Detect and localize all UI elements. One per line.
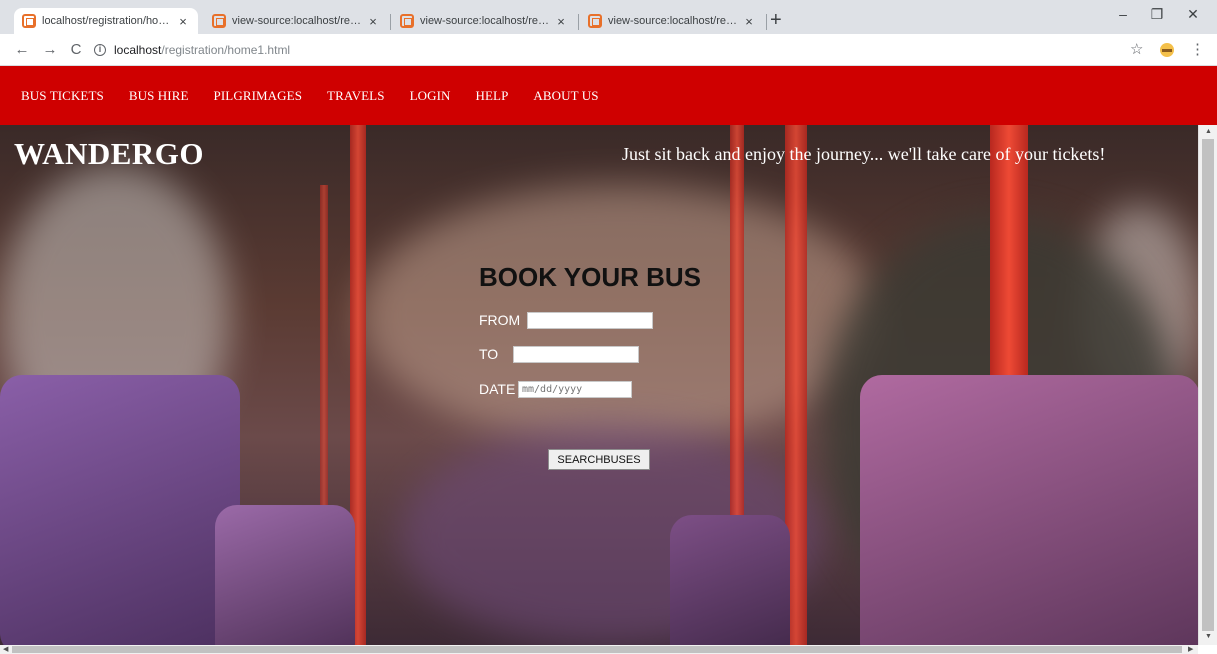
scroll-right-arrow-icon[interactable]: ▶ bbox=[1188, 645, 1193, 653]
date-input[interactable] bbox=[518, 381, 632, 398]
browser-tab[interactable]: view-source:localhost/registratio × bbox=[392, 8, 576, 34]
window-close-button[interactable]: ✕ bbox=[1178, 6, 1208, 23]
tab-divider bbox=[766, 14, 767, 30]
forward-arrow-icon[interactable]: → bbox=[40, 40, 60, 60]
reload-icon[interactable]: C bbox=[66, 40, 86, 60]
browser-toolbar: ← → C i localhost/registration/home1.htm… bbox=[0, 34, 1217, 66]
tab-close-icon[interactable]: × bbox=[176, 14, 190, 29]
horizontal-scrollbar[interactable]: ◀ ▶ bbox=[0, 645, 1198, 654]
browser-tab[interactable]: view-source:localhost/registratio × bbox=[204, 8, 388, 34]
nav-bus-tickets[interactable]: BUS TICKETS bbox=[21, 88, 104, 104]
site-tagline: Just sit back and enjoy the journey... w… bbox=[622, 144, 1106, 164]
restore-button[interactable]: ❐ bbox=[1142, 6, 1172, 23]
from-label: FROM bbox=[479, 312, 521, 328]
bookmark-star-icon[interactable]: ☆ bbox=[1130, 40, 1143, 58]
page-favicon-icon bbox=[588, 14, 602, 28]
back-arrow-icon[interactable]: ← bbox=[12, 40, 32, 60]
nav-pilgrimages[interactable]: PILGRIMAGES bbox=[214, 88, 303, 104]
booking-title: BOOK YOUR BUS bbox=[479, 262, 701, 292]
to-label: TO bbox=[479, 346, 499, 362]
browser-tabstrip: localhost/registration/home1.htm × view-… bbox=[0, 0, 1217, 34]
vertical-scroll-thumb[interactable] bbox=[1202, 139, 1214, 631]
bus-seat bbox=[670, 515, 790, 645]
search-buses-button[interactable]: SEARCHBUSES bbox=[548, 449, 650, 470]
browser-tab-active[interactable]: localhost/registration/home1.htm × bbox=[14, 8, 198, 34]
tab-title: view-source:localhost/registratio bbox=[420, 15, 550, 27]
tab-divider bbox=[390, 14, 391, 30]
page-favicon-icon bbox=[22, 14, 36, 28]
nav-bus-hire[interactable]: BUS HIRE bbox=[129, 88, 189, 104]
nav-login[interactable]: LOGIN bbox=[410, 88, 451, 104]
tab-title: view-source:localhost/registratio bbox=[608, 15, 738, 27]
tab-close-icon[interactable]: × bbox=[554, 14, 568, 29]
scroll-left-arrow-icon[interactable]: ◀ bbox=[3, 645, 8, 653]
scroll-down-arrow-icon[interactable]: ▼ bbox=[1205, 633, 1212, 640]
site-nav-bar: BUS TICKETS BUS HIRE PILGRIMAGES TRAVELS… bbox=[0, 66, 1217, 125]
tab-title: view-source:localhost/registratio bbox=[232, 15, 362, 27]
page-favicon-icon bbox=[212, 14, 226, 28]
minimize-button[interactable]: – bbox=[1108, 6, 1138, 22]
bus-seat bbox=[215, 505, 355, 645]
tab-close-icon[interactable]: × bbox=[366, 14, 380, 29]
bus-seat bbox=[0, 375, 240, 645]
from-input[interactable] bbox=[527, 312, 653, 329]
url-path: /registration/home1.html bbox=[161, 43, 291, 57]
site-info-icon[interactable]: i bbox=[94, 44, 106, 56]
url-host: localhost bbox=[114, 43, 162, 57]
site-brand-logo: WANDERGO bbox=[14, 136, 205, 171]
to-input[interactable] bbox=[513, 346, 639, 363]
address-bar[interactable]: i localhost/registration/home1.html bbox=[94, 39, 1114, 61]
scroll-up-arrow-icon[interactable]: ▲ bbox=[1205, 128, 1212, 135]
tab-divider bbox=[578, 14, 579, 30]
bus-seat bbox=[860, 375, 1198, 645]
tab-close-icon[interactable]: × bbox=[742, 14, 756, 29]
tab-title: localhost/registration/home1.htm bbox=[42, 15, 172, 27]
nav-about-us[interactable]: ABOUT US bbox=[533, 88, 598, 104]
date-label: DATE bbox=[479, 381, 516, 397]
extension-icon[interactable] bbox=[1160, 43, 1174, 57]
horizontal-scroll-thumb[interactable] bbox=[12, 646, 1182, 653]
browser-tab[interactable]: view-source:localhost/registratio × bbox=[580, 8, 764, 34]
browser-menu-icon[interactable]: ⋮ bbox=[1190, 40, 1205, 58]
vertical-scrollbar[interactable]: ▲ ▼ bbox=[1198, 125, 1217, 645]
page-favicon-icon bbox=[400, 14, 414, 28]
nav-help[interactable]: HELP bbox=[476, 88, 509, 104]
nav-travels[interactable]: TRAVELS bbox=[327, 88, 385, 104]
new-tab-button[interactable]: + bbox=[770, 10, 782, 30]
